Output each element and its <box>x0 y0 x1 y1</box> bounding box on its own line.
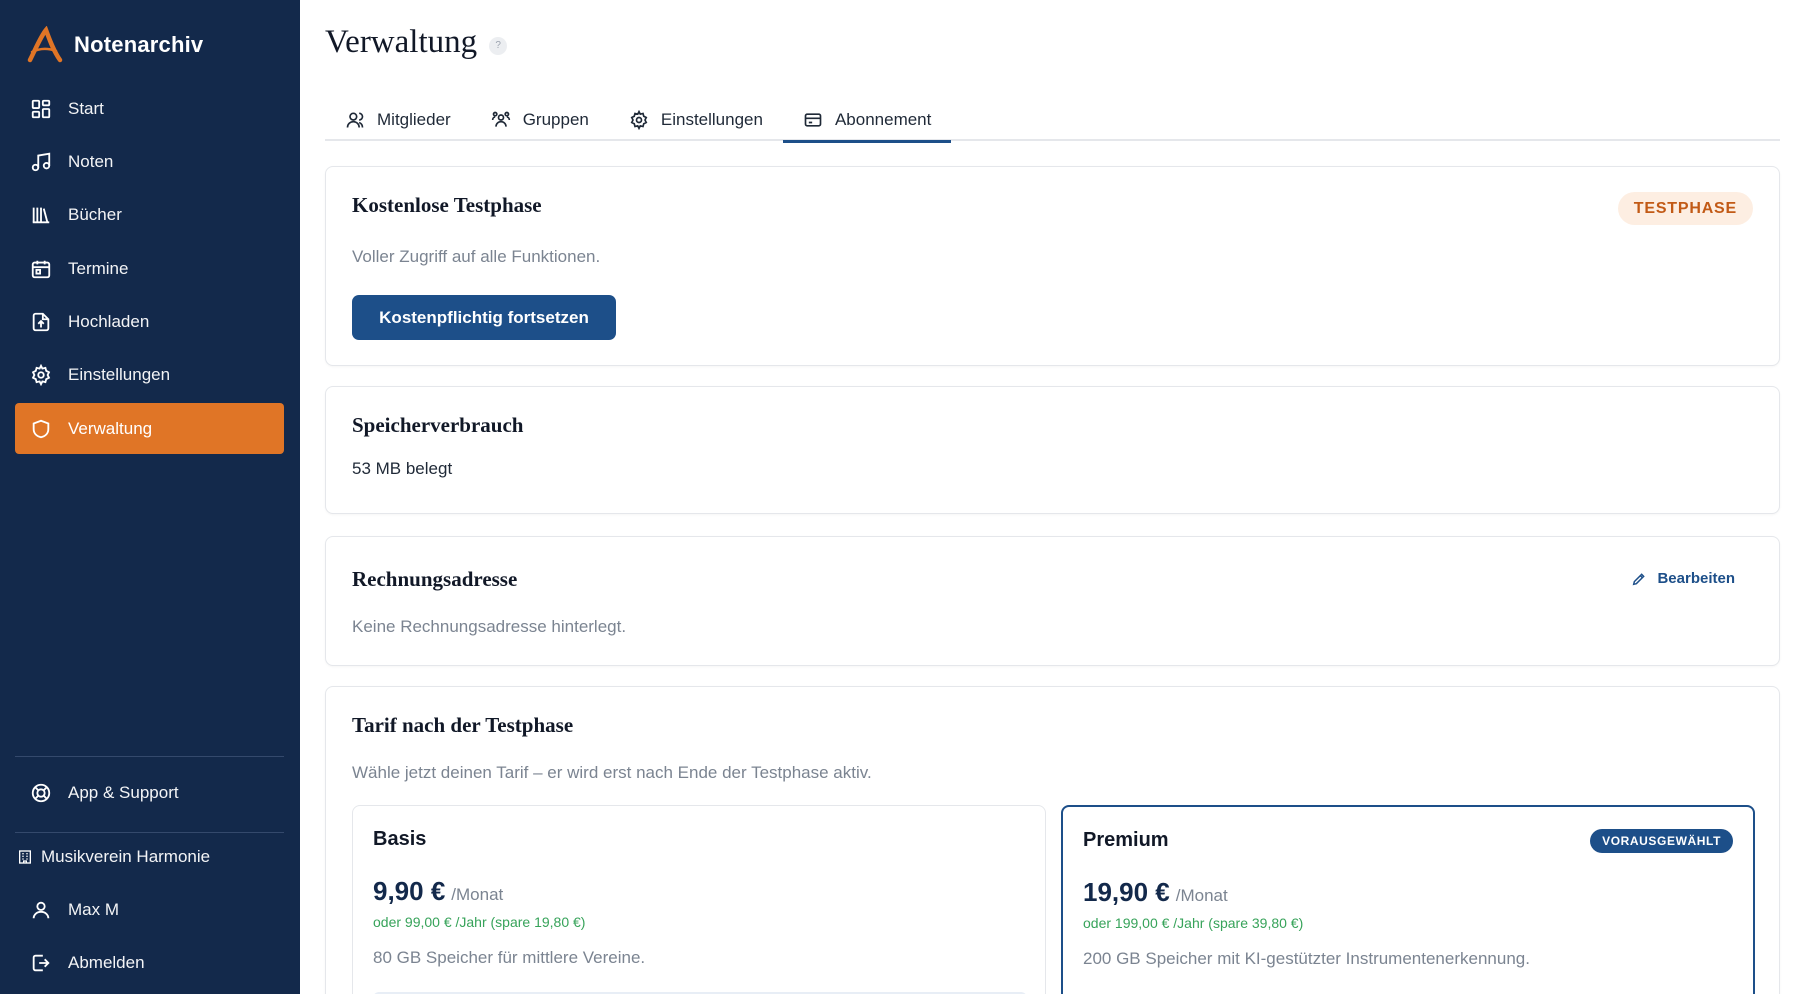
help-icon[interactable]: ? <box>489 36 508 55</box>
sidebar-item-termine[interactable]: Termine <box>15 243 284 294</box>
sidebar-item-label: Einstellungen <box>68 365 171 385</box>
building-icon <box>19 850 31 864</box>
preselected-badge: VORAUSGEWÄHLT <box>1590 829 1733 853</box>
lifebuoy-icon <box>31 783 51 803</box>
user-profile[interactable]: Max M <box>15 889 284 931</box>
sidebar: Notenarchiv Start Noten Bücher Termine H… <box>0 0 300 994</box>
sidebar-divider <box>15 832 284 833</box>
sidebar-item-buecher[interactable]: Bücher <box>15 190 284 241</box>
plan-yearly-price: oder 99,00 € /Jahr (spare 19,80 €) <box>373 914 586 930</box>
sidebar-item-support[interactable]: App & Support <box>15 772 284 814</box>
tariff-card: Tarif nach der Testphase Wähle jetzt dei… <box>325 686 1780 994</box>
file-upload-icon <box>32 312 50 332</box>
sidebar-item-label: Bücher <box>68 205 122 225</box>
notenarchiv-logo-icon <box>27 26 63 63</box>
storage-title: Speicherverbrauch <box>352 413 524 437</box>
music-note-icon <box>31 152 51 172</box>
sidebar-item-noten[interactable]: Noten <box>15 136 284 187</box>
plan-unit: /Monat <box>451 885 504 904</box>
logout-icon <box>32 954 50 972</box>
sidebar-item-label: Start <box>68 98 104 118</box>
billing-title: Rechnungsadresse <box>352 567 518 591</box>
sidebar-item-label: Noten <box>68 151 114 171</box>
trial-title: Kostenlose Testphase <box>352 193 542 217</box>
tab-gruppen[interactable]: Gruppen <box>471 98 609 141</box>
plan-basis[interactable]: Basis 9,90 € /Monat oder 99,00 € /Jahr (… <box>352 805 1046 994</box>
billing-address-card: Rechnungsadresse Bearbeiten Keine Rechnu… <box>325 536 1780 666</box>
page-header: Verwaltung ? <box>325 24 508 61</box>
plan-price: 9,90 € <box>373 876 446 906</box>
tab-label: Einstellungen <box>660 109 763 129</box>
plan-name: Premium <box>1083 829 1169 851</box>
tab-einstellungen[interactable]: Einstellungen <box>609 98 783 141</box>
tab-bar: Mitglieder Gruppen Einstellungen Abonnem… <box>325 98 1780 143</box>
logout-label: Abmelden <box>68 953 145 972</box>
sidebar-item-label: Termine <box>68 258 129 278</box>
storage-value: 53 MB belegt <box>352 459 453 478</box>
calendar-icon <box>31 260 51 278</box>
sidebar-item-start[interactable]: Start <box>15 83 284 134</box>
plan-description: 80 GB Speicher für mittlere Vereine. <box>373 948 646 967</box>
sidebar-item-hochladen[interactable]: Hochladen <box>15 297 284 348</box>
tab-label: Mitglieder <box>377 109 451 129</box>
plan-premium[interactable]: Premium VORAUSGEWÄHLT 19,90 € /Monat ode… <box>1061 805 1755 994</box>
billing-empty-text: Keine Rechnungsadresse hinterlegt. <box>352 617 627 636</box>
trial-description: Voller Zugriff auf alle Funktionen. <box>352 247 601 266</box>
grid-icon <box>31 99 51 118</box>
tab-label: Gruppen <box>522 109 589 129</box>
logout-button[interactable]: Abmelden <box>15 942 284 984</box>
tab-abonnement[interactable]: Abonnement <box>782 98 952 143</box>
tariff-description: Wähle jetzt deinen Tarif – er wird erst … <box>352 763 872 782</box>
plan-unit: /Monat <box>1175 886 1228 905</box>
credit-card-icon <box>804 112 822 127</box>
plan-price-row: 9,90 € /Monat <box>373 876 503 907</box>
sidebar-item-label: Hochladen <box>68 312 150 332</box>
edit-label: Bearbeiten <box>1657 570 1735 587</box>
brand-name: Notenarchiv <box>74 32 204 57</box>
sidebar-nav: Start Noten Bücher Termine Hochladen Ein… <box>15 83 284 457</box>
trial-card: Kostenlose Testphase TESTPHASE Voller Zu… <box>325 166 1780 366</box>
user-name: Max M <box>68 900 119 919</box>
page-title: Verwaltung <box>325 24 478 60</box>
organization-name: Musikverein Harmonie <box>41 847 211 866</box>
gear-icon <box>31 364 51 387</box>
group-icon <box>491 111 510 127</box>
trial-status-badge: TESTPHASE <box>1617 192 1753 225</box>
edit-billing-button[interactable]: Bearbeiten <box>1631 570 1735 587</box>
library-icon <box>32 207 50 224</box>
tab-mitglieder[interactable]: Mitglieder <box>325 98 471 141</box>
tab-label: Abonnement <box>834 109 932 129</box>
continue-paid-button[interactable]: Kostenpflichtig fortsetzen <box>352 295 616 340</box>
gear-icon <box>630 109 648 130</box>
plan-yearly-price: oder 199,00 € /Jahr (spare 39,80 €) <box>1083 915 1304 931</box>
brand[interactable]: Notenarchiv <box>26 26 203 64</box>
plan-name: Basis <box>373 828 427 850</box>
users-icon <box>346 112 364 128</box>
user-icon <box>32 901 50 919</box>
sidebar-item-label: App & Support <box>68 783 179 802</box>
plan-description: 200 GB Speicher mit KI-gestützter Instru… <box>1083 949 1530 968</box>
plan-price-row: 19,90 € /Monat <box>1083 877 1228 908</box>
sidebar-item-label: Verwaltung <box>68 418 153 438</box>
pencil-icon <box>1633 572 1646 585</box>
storage-card: Speicherverbrauch 53 MB belegt <box>325 386 1780 514</box>
sidebar-divider <box>15 756 284 757</box>
sidebar-item-verwaltung[interactable]: Verwaltung <box>15 403 284 455</box>
shield-icon <box>32 419 50 439</box>
plan-price: 19,90 € <box>1083 877 1170 907</box>
organization-selector[interactable]: Musikverein Harmonie <box>15 836 284 878</box>
sidebar-item-einstellungen[interactable]: Einstellungen <box>15 350 284 401</box>
tariff-title: Tarif nach der Testphase <box>352 713 574 737</box>
